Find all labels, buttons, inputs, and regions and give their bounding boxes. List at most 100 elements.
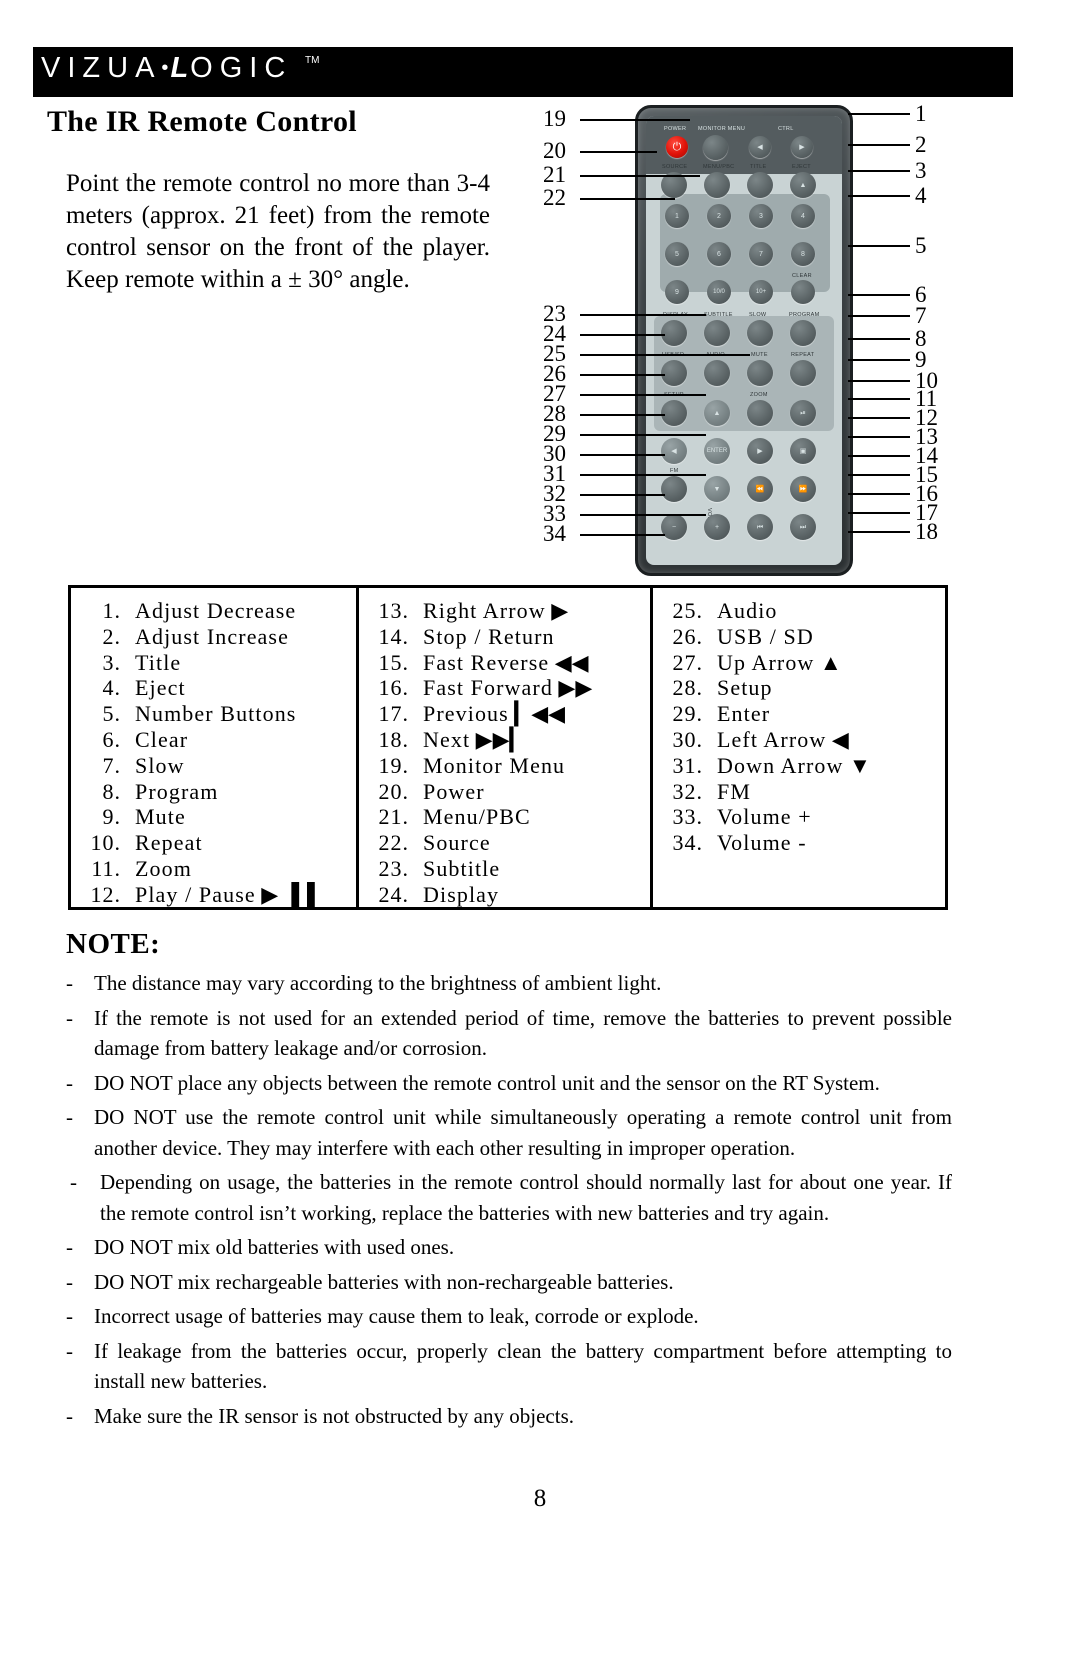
remote-button-stop-return[interactable]: ▣ — [790, 438, 816, 464]
legend-item-label: Title — [135, 649, 182, 675]
legend-item: 26. USB / SD — [665, 624, 945, 650]
legend-item-label: Eject — [135, 675, 186, 701]
note-text: DO NOT mix rechargeable batteries with n… — [94, 1269, 674, 1294]
leader-line-31 — [580, 474, 706, 476]
remote-button-num-5[interactable]: 5 — [665, 242, 689, 266]
note-item: - If leakage from the batteries occur, p… — [66, 1336, 952, 1397]
previous-icon: ▎◀◀ — [514, 701, 566, 727]
label-power: POWER — [664, 126, 687, 132]
legend-item-number: 12. — [90, 881, 121, 907]
remote-button-fast-reverse[interactable]: ⏪ — [747, 476, 773, 502]
legend-item: 4. Eject — [83, 675, 356, 701]
legend-item-number: 28. — [672, 675, 703, 701]
remote-button-title[interactable] — [747, 172, 773, 198]
label-source: SOURCE — [662, 164, 688, 170]
remote-button-zoom[interactable] — [747, 400, 773, 426]
remote-button-num-6[interactable]: 6 — [707, 242, 731, 266]
legend-item-label: Setup — [717, 675, 773, 701]
legend-item: 2. Adjust Increase — [83, 624, 356, 650]
remote-button-num-10-0[interactable]: 10/0 — [707, 280, 731, 304]
legend-item: 27. Up Arrow ▲ — [665, 650, 945, 676]
remote-button-clear[interactable] — [791, 280, 815, 304]
legend-item-number: 8. — [102, 778, 121, 804]
note-text: Incorrect usage of batteries may cause t… — [94, 1304, 699, 1328]
note-item: - DO NOT mix rechargeable batteries with… — [66, 1267, 952, 1298]
label-program: PROGRAM — [789, 312, 820, 318]
up-arrow-icon: ▲ — [819, 649, 842, 675]
remote-button-subtitle[interactable] — [704, 320, 730, 346]
remote-button-volume-up[interactable]: + — [704, 514, 730, 540]
note-item: - DO NOT use the remote control unit whi… — [66, 1102, 952, 1163]
leader-line-25 — [580, 354, 750, 356]
remote-button-num-9[interactable]: 9 — [665, 280, 689, 304]
legend-item-number: 17. — [378, 701, 409, 727]
remote-button-slow[interactable] — [747, 320, 773, 346]
remote-button-usb-sd[interactable] — [661, 360, 687, 386]
remote-button-num-10-plus[interactable]: 10+ — [749, 280, 773, 304]
remote-button-program[interactable] — [790, 320, 816, 346]
remote-button-mute[interactable] — [747, 360, 773, 386]
remote-button-fm[interactable] — [661, 476, 687, 502]
callout-20: 20 — [543, 138, 566, 163]
remote-button-setup[interactable] — [661, 400, 687, 426]
remote-button-play-pause[interactable]: ⏯ — [790, 400, 816, 426]
remote-button-volume-down[interactable]: − — [661, 514, 687, 540]
legend-item: 18. Next ▶▶▎ — [371, 727, 650, 753]
legend-item-number: 22. — [378, 830, 409, 856]
note-text: Depending on usage, the batteries in the… — [100, 1170, 952, 1225]
remote-button-right-arrow[interactable]: ▶ — [747, 438, 773, 464]
leader-line-28 — [580, 414, 665, 416]
remote-button-eject[interactable]: ▲ — [790, 172, 816, 198]
legend-item: 19. Monitor Menu — [371, 753, 650, 779]
remote-button-num-2[interactable]: 2 — [707, 204, 731, 228]
legend-item-number: 3. — [102, 649, 121, 675]
legend-item: 17. Previous ▎◀◀ — [371, 701, 650, 727]
legend-item-number: 4. — [102, 675, 121, 701]
legend-item: 7. Slow — [83, 753, 356, 779]
note-heading: NOTE: — [66, 928, 161, 960]
label-mute: MUTE — [751, 352, 768, 358]
remote-button-fast-forward[interactable]: ⏩ — [790, 476, 816, 502]
legend-item: 15. Fast Reverse ◀◀ — [371, 650, 650, 676]
leader-line-33 — [580, 514, 706, 516]
remote-button-monitor-menu[interactable] — [703, 135, 728, 160]
remote-button-power[interactable]: ⏻ — [666, 136, 688, 158]
legend-item-number: 30. — [672, 726, 703, 752]
legend-item: 1. Adjust Decrease — [83, 598, 356, 624]
remote-button-next[interactable]: ⏭ — [790, 514, 816, 540]
legend-item-label: Clear — [135, 726, 189, 752]
remote-button-adjust-decrease[interactable]: ◀ — [749, 136, 771, 158]
left-arrow-icon: ◀ — [831, 726, 849, 752]
remote-button-num-7[interactable]: 7 — [749, 242, 773, 266]
leader-line-7 — [848, 315, 910, 317]
label-clear: CLEAR — [792, 273, 812, 279]
remote-button-num-4[interactable]: 4 — [791, 204, 815, 228]
remote-button-num-8[interactable]: 8 — [791, 242, 815, 266]
right-arrow-icon: ▶ — [551, 598, 569, 623]
remote-button-num-1[interactable]: 1 — [665, 204, 689, 228]
leader-line-1 — [848, 113, 910, 115]
remote-button-repeat[interactable] — [790, 360, 816, 386]
legend-item-label: Mute — [135, 804, 186, 830]
next-icon: ▶▶▎ — [475, 726, 527, 752]
label-subtitle: SUBTITLE — [704, 312, 733, 318]
legend-item-label: Play / Pause — [135, 881, 256, 907]
remote-button-display[interactable] — [661, 320, 687, 346]
legend-item: 6. Clear — [83, 727, 356, 753]
remote-button-adjust-increase[interactable]: ▶ — [791, 136, 813, 158]
remote-button-down-arrow[interactable]: ▼ — [704, 476, 730, 502]
legend-item: 12. Play / Pause ▶ ▐▐ — [83, 882, 356, 908]
remote-button-menu-pbc[interactable] — [704, 172, 730, 198]
remote-button-num-3[interactable]: 3 — [749, 204, 773, 228]
remote-button-left-arrow[interactable]: ◀ — [661, 438, 687, 464]
remote-button-previous[interactable]: ⏮ — [747, 514, 773, 540]
legend-item: 29. Enter — [665, 701, 945, 727]
remote-button-audio[interactable] — [704, 360, 730, 386]
leader-line-18 — [848, 531, 910, 533]
note-dash: - — [66, 1269, 73, 1294]
legend-item: 21. Menu/PBC — [371, 804, 650, 830]
label-repeat: REPEAT — [791, 352, 815, 358]
legend-item-label: Volume + — [717, 804, 812, 830]
remote-button-up-arrow[interactable]: ▲ — [704, 400, 730, 426]
remote-button-enter[interactable]: ENTER — [704, 438, 730, 464]
